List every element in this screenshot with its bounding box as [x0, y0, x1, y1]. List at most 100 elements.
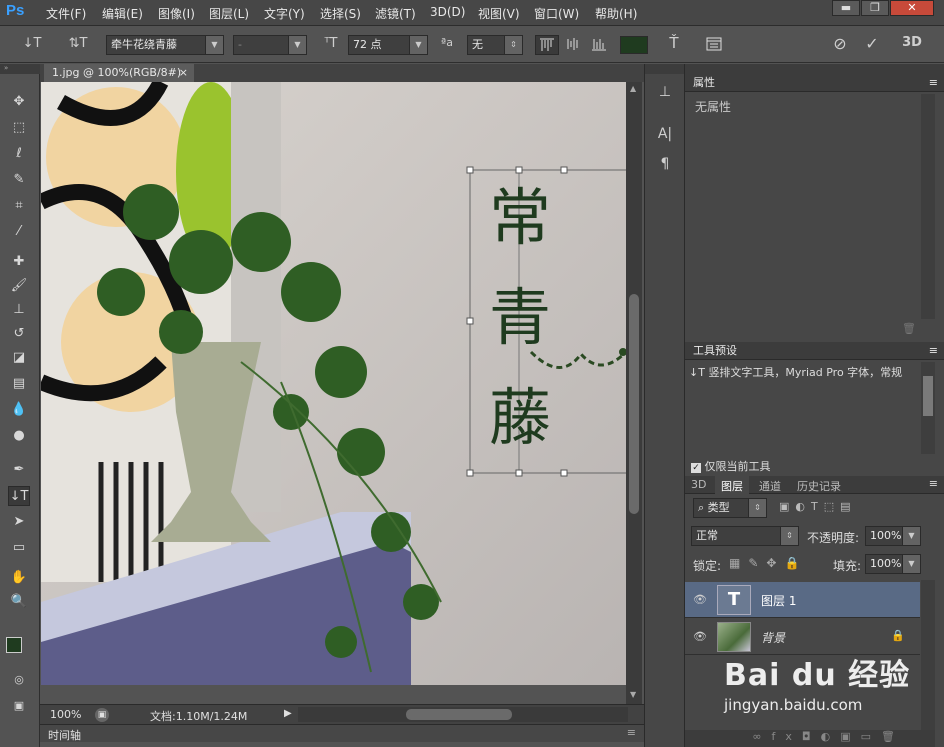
- healing-brush-tool-icon[interactable]: ✚: [8, 252, 30, 272]
- warp-text-icon[interactable]: Ť: [664, 34, 684, 52]
- screen-mode-icon[interactable]: ▣: [8, 696, 30, 716]
- path-selection-tool-icon[interactable]: ➤: [8, 512, 30, 532]
- pen-tool-icon[interactable]: ✒: [8, 460, 30, 480]
- tool-presets-scroll-thumb[interactable]: [923, 376, 933, 416]
- rectangle-tool-icon[interactable]: ▭: [8, 538, 30, 558]
- close-button[interactable]: ✕: [890, 0, 934, 16]
- marquee-tool-icon[interactable]: ⬚: [8, 118, 30, 138]
- menu-layer[interactable]: 图层(L): [209, 5, 249, 22]
- lasso-tool-icon[interactable]: ℓ: [8, 144, 30, 164]
- tab-history[interactable]: 历史记录: [797, 478, 841, 494]
- eraser-tool-icon[interactable]: ◪: [8, 348, 30, 368]
- properties-scrollbar[interactable]: [921, 94, 935, 319]
- tool-preset-item[interactable]: ↓T 竖排文字工具，Myriad Pro 字体，常规: [685, 360, 917, 384]
- menu-edit[interactable]: 编辑(E): [102, 5, 143, 22]
- toolbar-grip[interactable]: »: [0, 64, 40, 74]
- vertical-scroll-thumb[interactable]: [629, 294, 639, 514]
- layer-filter-select[interactable]: ⌕ 类型 ⇕: [693, 498, 767, 518]
- cancel-icon[interactable]: ⊘: [830, 34, 850, 53]
- commit-icon[interactable]: ✓: [862, 34, 882, 53]
- menu-3d[interactable]: 3D(D): [430, 5, 465, 19]
- history-brush-tool-icon[interactable]: ↺: [8, 324, 30, 344]
- panel-menu-icon[interactable]: ≡: [929, 74, 938, 92]
- layer-row-1[interactable]: 👁 T 图层 1: [685, 582, 920, 618]
- text-color-swatch[interactable]: [620, 36, 648, 54]
- font-family-select[interactable]: 牵牛花绕青藤 ▼: [106, 35, 224, 55]
- only-current-tool-checkbox[interactable]: ✓ 仅限当前工具: [691, 458, 771, 474]
- paragraph-dock-icon[interactable]: ¶: [653, 156, 677, 180]
- menu-window[interactable]: 窗口(W): [534, 5, 579, 22]
- toggle-text-orientation-icon[interactable]: ⇅T: [64, 36, 92, 51]
- menu-type[interactable]: 文字(Y): [264, 5, 305, 22]
- menu-view[interactable]: 视图(V): [478, 5, 520, 22]
- layer-name[interactable]: 背景: [761, 629, 785, 646]
- character-panel-toggle[interactable]: [704, 35, 726, 55]
- font-style-select[interactable]: - ▼: [233, 35, 307, 55]
- properties-tab[interactable]: 属性 ≡: [685, 74, 944, 92]
- layer-filter-icons[interactable]: ▣◐T⬚▤: [779, 500, 857, 513]
- layers-bottom-toolbar[interactable]: ∞fx◘◐▣▭🗑: [685, 730, 935, 747]
- blend-mode-select[interactable]: 正常 ⇕: [691, 526, 799, 546]
- font-size-select[interactable]: 72 点 ▼: [348, 35, 428, 55]
- tool-presets-tab[interactable]: 工具预设 ≡: [685, 342, 944, 360]
- tab-channels[interactable]: 通道: [759, 478, 781, 494]
- vertical-scrollbar[interactable]: ▲ ▼: [626, 82, 642, 704]
- align-top-button[interactable]: [535, 35, 559, 55]
- opacity-field[interactable]: 100% ▼: [865, 526, 921, 546]
- menu-filter[interactable]: 滤镜(T): [375, 5, 416, 22]
- tab-layers[interactable]: 图层: [715, 476, 749, 494]
- timeline-panel-header[interactable]: 时间轴 ≡: [40, 724, 644, 742]
- move-tool-icon[interactable]: ✥: [8, 92, 30, 112]
- quick-select-tool-icon[interactable]: ✎: [8, 170, 30, 190]
- dock-grip[interactable]: [645, 64, 685, 74]
- tool-presets-dock-icon[interactable]: ⊥: [653, 84, 677, 108]
- tab-3d[interactable]: 3D: [691, 478, 706, 491]
- vertical-text-layer[interactable]: 常 青 藤: [475, 168, 565, 468]
- tool-presets-scrollbar[interactable]: [921, 362, 935, 454]
- panel-menu-icon[interactable]: ≡: [627, 726, 636, 739]
- status-menu-arrow-icon[interactable]: ▶: [284, 708, 292, 719]
- menu-help[interactable]: 帮助(H): [595, 5, 637, 22]
- panel-menu-icon[interactable]: ≡: [929, 342, 938, 360]
- dodge-tool-icon[interactable]: ●: [8, 426, 30, 446]
- type-tool-icon[interactable]: ↓T: [8, 486, 30, 506]
- restore-button[interactable]: ❐: [861, 0, 889, 16]
- hand-tool-icon[interactable]: ✋: [8, 568, 30, 588]
- zoom-level[interactable]: 100%: [50, 708, 81, 721]
- scroll-down-icon[interactable]: ▼: [630, 690, 636, 699]
- quick-mask-icon[interactable]: ◎: [8, 670, 30, 690]
- horizontal-scrollbar[interactable]: [298, 707, 628, 722]
- eye-icon[interactable]: 👁: [693, 630, 707, 643]
- menu-file[interactable]: 文件(F): [46, 5, 86, 22]
- menu-image[interactable]: 图像(I): [158, 5, 195, 22]
- gradient-tool-icon[interactable]: ▤: [8, 374, 30, 394]
- status-info-icon[interactable]: ▣: [95, 708, 109, 722]
- crop-tool-icon[interactable]: ⌗: [8, 196, 30, 216]
- character-dock-icon[interactable]: A|: [653, 126, 677, 150]
- scroll-up-icon[interactable]: ▲: [630, 84, 636, 93]
- menu-select[interactable]: 选择(S): [320, 5, 361, 22]
- close-tab-icon[interactable]: ×: [179, 64, 188, 82]
- blur-tool-icon[interactable]: 💧: [8, 400, 30, 420]
- vertical-type-tool-icon[interactable]: ↓T: [18, 36, 46, 51]
- zoom-tool-icon[interactable]: 🔍: [8, 592, 30, 612]
- document-canvas[interactable]: 常 青 藤: [41, 82, 626, 685]
- lock-options-icons[interactable]: ▦✎✥🔒: [729, 556, 807, 570]
- layer-name[interactable]: 图层 1: [761, 592, 796, 609]
- align-center-button[interactable]: [562, 35, 586, 55]
- panel-grip[interactable]: [685, 64, 944, 74]
- align-bottom-button[interactable]: [588, 35, 612, 55]
- 3d-button[interactable]: 3D: [900, 35, 924, 50]
- eye-icon[interactable]: 👁: [693, 593, 707, 606]
- brush-tool-icon[interactable]: 🖌: [8, 276, 30, 296]
- trash-icon[interactable]: 🗑: [902, 322, 916, 335]
- clone-stamp-tool-icon[interactable]: ⊥: [8, 300, 30, 320]
- foreground-color-swatch[interactable]: [6, 637, 22, 653]
- fill-field[interactable]: 100% ▼: [865, 554, 921, 574]
- document-tab[interactable]: 1.jpg @ 100%(RGB/8#) ×: [44, 64, 194, 82]
- horizontal-scroll-thumb[interactable]: [406, 709, 512, 720]
- eyedropper-tool-icon[interactable]: ⁄: [8, 222, 30, 242]
- antialias-select[interactable]: 无 ⇕: [467, 35, 523, 55]
- minimize-button[interactable]: ▬: [832, 0, 860, 16]
- panel-menu-icon[interactable]: ≡: [929, 477, 938, 490]
